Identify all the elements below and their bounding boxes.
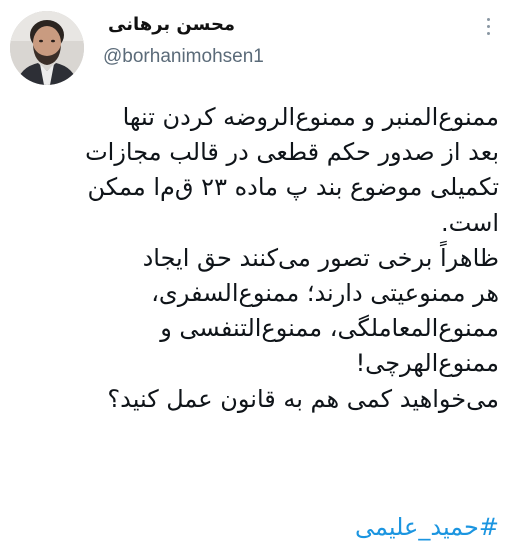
author-display-name[interactable]: محسن برهانی [108, 12, 248, 38]
tweet-text-line: ظاهراً برخی تصور می‌کنند حق ایجاد [142, 243, 499, 272]
avatar-photo [10, 11, 84, 85]
tweet-text-line: است. [441, 208, 499, 237]
tweet-card: محسن برهانی @borhanimohsen1 ممنوع‌المنبر… [0, 0, 513, 558]
vertical-ellipsis-icon [478, 18, 498, 35]
tweet-text-line: می‌خواهید کمی هم به قانون عمل کنید؟ [107, 384, 499, 413]
author-handle[interactable]: @borhanimohsen1 [103, 44, 264, 70]
hashtag-link[interactable]: #حمید_علیمی [355, 510, 499, 544]
tweet-text-line: ممنوع‌المنبر و ممنوع‌الروضه کردن تنها [122, 103, 499, 131]
tweet-text-line: تکمیلی موضوع بند پ ماده ۲۳ ق‌م‌ا ممکن [87, 173, 500, 202]
tweet-text-line: ممنوع‌الهرچی! [355, 349, 499, 378]
tweet-text: ممنوع‌المنبر و ممنوع‌الروضه کردن تنها بعد… [9, 100, 499, 417]
tweet-text-line: بعد از صدور حکم قطعی در قالب مجازات [85, 138, 499, 167]
author-display-name-text: محسن برهانی [108, 14, 236, 35]
tweet-text-line: ممنوع‌المعاملگی، ممنوع‌التنفسی و [160, 314, 499, 343]
author-avatar[interactable] [10, 11, 84, 85]
more-options-button[interactable] [478, 14, 498, 44]
tweet-text-line: هر ممنوعیتی دارند؛ ممنوع‌السفری، [151, 279, 499, 308]
